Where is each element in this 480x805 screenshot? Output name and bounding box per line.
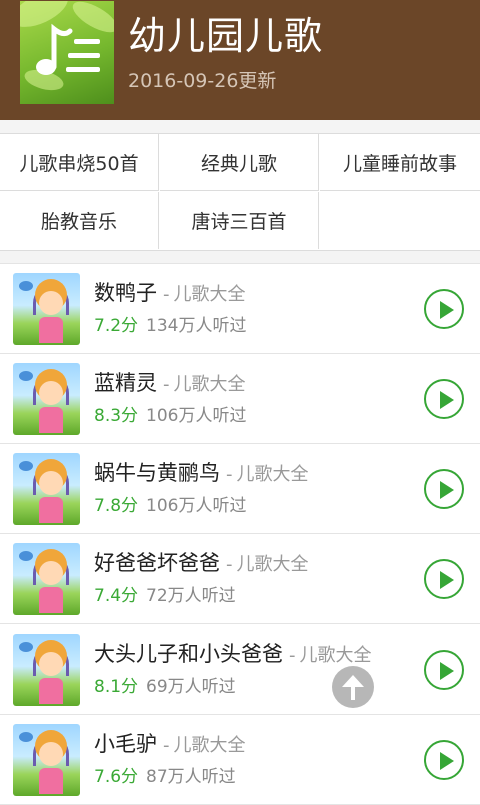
song-separator: - bbox=[163, 374, 170, 395]
category-tang-poems[interactable]: 唐诗三百首 bbox=[160, 192, 319, 249]
song-list: 数鸭子 - 儿歌大全 7.2分 134万人听过 蓝精灵 - 儿歌大全 8.3分 106万人听… bbox=[0, 263, 480, 805]
song-separator: - bbox=[226, 554, 233, 575]
song-listens: 87万人听过 bbox=[146, 767, 236, 787]
update-date: 2016-09-26更新 bbox=[128, 70, 277, 92]
category-bedtime-stories[interactable]: 儿童睡前故事 bbox=[320, 134, 480, 191]
song-thumbnail bbox=[13, 634, 80, 706]
play-icon[interactable] bbox=[424, 379, 464, 419]
song-row[interactable]: 蓝精灵 - 儿歌大全 8.3分 106万人听过 bbox=[0, 354, 480, 444]
category-medley-50[interactable]: 儿歌串烧50首 bbox=[0, 134, 159, 191]
song-listens: 106万人听过 bbox=[146, 496, 247, 516]
song-separator: - bbox=[289, 645, 296, 666]
song-listens: 106万人听过 bbox=[146, 406, 247, 426]
song-category: 儿歌大全 bbox=[173, 735, 246, 756]
song-score: 7.6分 bbox=[94, 767, 139, 787]
song-thumbnail bbox=[13, 363, 80, 435]
song-separator: - bbox=[163, 284, 170, 305]
play-icon[interactable] bbox=[424, 469, 464, 509]
scroll-to-top-button[interactable] bbox=[332, 666, 374, 708]
song-title: 好爸爸坏爸爸 bbox=[94, 551, 220, 575]
song-row[interactable]: 蜗牛与黄鹂鸟 - 儿歌大全 7.8分 106万人听过 bbox=[0, 444, 480, 534]
song-category: 儿歌大全 bbox=[173, 284, 246, 305]
song-score: 7.2分 bbox=[94, 316, 139, 336]
song-category: 儿歌大全 bbox=[299, 645, 372, 666]
song-thumbnail bbox=[13, 273, 80, 345]
category-grid: 儿歌串烧50首 经典儿歌 儿童睡前故事 胎教音乐 唐诗三百首 bbox=[0, 133, 480, 251]
song-thumbnail bbox=[13, 453, 80, 525]
app-header: 幼儿园儿歌 2016-09-26更新 bbox=[0, 0, 480, 120]
song-thumbnail bbox=[13, 543, 80, 615]
song-title: 大头儿子和小头爸爸 bbox=[94, 642, 283, 666]
play-icon[interactable] bbox=[424, 650, 464, 690]
song-score: 8.1分 bbox=[94, 677, 139, 697]
song-title: 数鸭子 bbox=[94, 281, 157, 305]
play-icon[interactable] bbox=[424, 289, 464, 329]
song-category: 儿歌大全 bbox=[236, 554, 309, 575]
song-listens: 69万人听过 bbox=[146, 677, 236, 697]
song-separator: - bbox=[226, 464, 233, 485]
category-prenatal-music[interactable]: 胎教音乐 bbox=[0, 192, 159, 249]
song-separator: - bbox=[163, 735, 170, 756]
song-row[interactable]: 数鸭子 - 儿歌大全 7.2分 134万人听过 bbox=[0, 264, 480, 354]
song-score: 7.8分 bbox=[94, 496, 139, 516]
song-listens: 134万人听过 bbox=[146, 316, 247, 336]
song-category: 儿歌大全 bbox=[173, 374, 246, 395]
app-icon bbox=[20, 1, 114, 104]
song-row[interactable]: 好爸爸坏爸爸 - 儿歌大全 7.4分 72万人听过 bbox=[0, 534, 480, 624]
app-title: 幼儿园儿歌 bbox=[128, 14, 324, 58]
song-thumbnail bbox=[13, 724, 80, 796]
song-listens: 72万人听过 bbox=[146, 586, 236, 606]
song-title: 小毛驴 bbox=[94, 732, 157, 756]
play-icon[interactable] bbox=[424, 559, 464, 599]
song-row[interactable]: 小毛驴 - 儿歌大全 7.6分 87万人听过 bbox=[0, 715, 480, 805]
song-category: 儿歌大全 bbox=[236, 464, 309, 485]
music-note-icon bbox=[36, 23, 100, 75]
song-title: 蓝精灵 bbox=[94, 371, 157, 395]
category-classic-songs[interactable]: 经典儿歌 bbox=[160, 134, 319, 191]
play-icon[interactable] bbox=[424, 740, 464, 780]
song-title: 蜗牛与黄鹂鸟 bbox=[94, 461, 220, 485]
song-score: 7.4分 bbox=[94, 586, 139, 606]
song-row[interactable]: 大头儿子和小头爸爸 - 儿歌大全 8.1分 69万人听过 bbox=[0, 625, 480, 715]
song-score: 8.3分 bbox=[94, 406, 139, 426]
